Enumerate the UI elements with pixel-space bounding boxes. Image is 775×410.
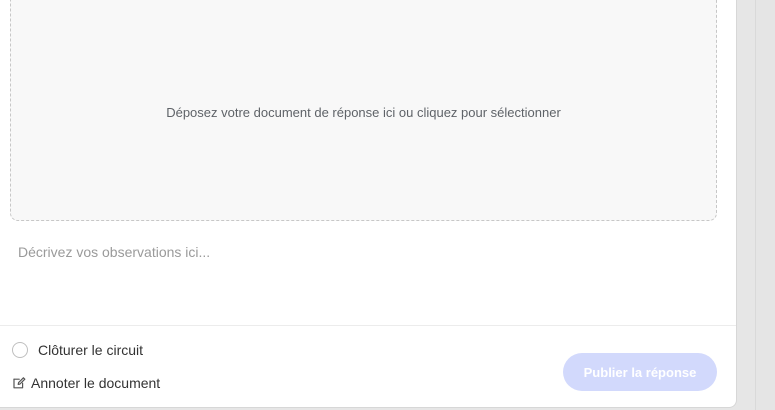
- dropzone-label: Déposez votre document de réponse ici ou…: [166, 104, 561, 120]
- close-circuit-option[interactable]: Clôturer le circuit: [12, 342, 143, 358]
- document-dropzone[interactable]: Déposez votre document de réponse ici ou…: [10, 0, 717, 221]
- edit-icon: [12, 376, 26, 390]
- close-circuit-label: Clôturer le circuit: [38, 342, 144, 358]
- footer-divider: [0, 325, 736, 326]
- publish-response-button[interactable]: Publier la réponse: [563, 353, 717, 391]
- annotate-label: Annoter le document: [31, 375, 161, 391]
- response-panel: Déposez votre document de réponse ici ou…: [0, 0, 737, 408]
- side-rail: [755, 0, 775, 410]
- close-circuit-radio[interactable]: [12, 342, 28, 358]
- annotate-document-link[interactable]: Annoter le document: [12, 375, 160, 391]
- observations-field[interactable]: Décrivez vos observations ici...: [18, 244, 210, 260]
